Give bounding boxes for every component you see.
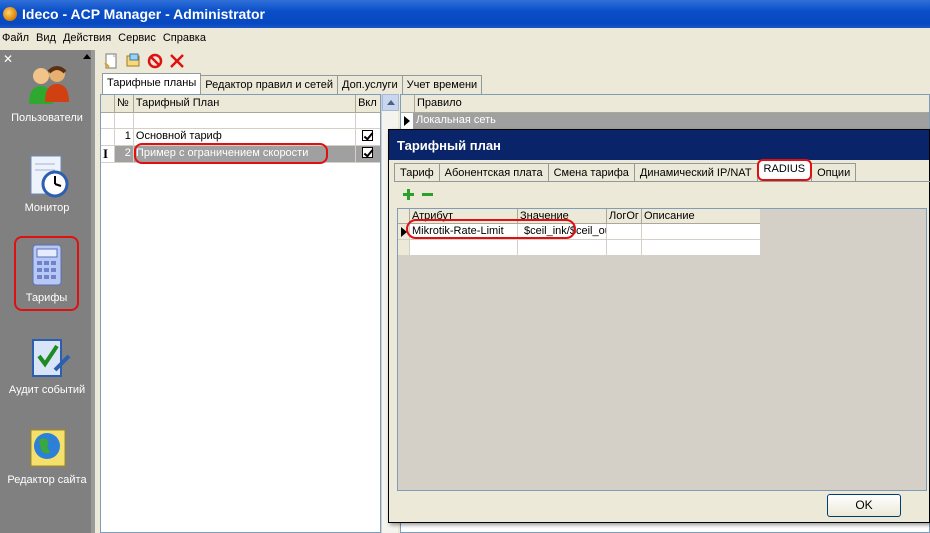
menu-service[interactable]: Сервис	[116, 32, 161, 44]
new-row[interactable]	[398, 240, 760, 256]
dialog-title-bar[interactable]: Тарифный план	[389, 130, 929, 160]
menu-file[interactable]: Файл	[0, 32, 34, 44]
sidebar-item-label: Редактор сайта	[7, 474, 87, 486]
window-title-bar[interactable]: Ideco - ACP Manager - Administrator	[0, 0, 930, 28]
menu-help[interactable]: Справка	[161, 32, 211, 44]
menu-actions[interactable]: Действия	[61, 32, 116, 44]
column-header-rule[interactable]: Правило	[415, 95, 929, 112]
column-header-description[interactable]: Описание	[642, 209, 760, 223]
scroll-up-icon[interactable]	[83, 54, 91, 59]
row-indicator-header	[101, 95, 115, 112]
table-header: № Тарифный План Вкл	[101, 95, 380, 113]
disable-icon[interactable]	[147, 53, 163, 69]
sidebar-item-label: Тарифы	[25, 292, 68, 304]
toolbar	[98, 50, 930, 72]
tab-options[interactable]: Опции	[811, 163, 857, 182]
edit-document-icon[interactable]	[125, 53, 141, 69]
column-header-enabled[interactable]: Вкл	[356, 95, 380, 112]
sidebar-item-audit[interactable]: Аудит событий	[4, 336, 90, 396]
table-row[interactable]: Mikrotik-Rate-Limit $ceil_ink/$ceil_outk	[398, 224, 760, 240]
tab-tariff[interactable]: Тариф	[394, 163, 440, 182]
sidebar-item-site-editor[interactable]: Редактор сайта	[4, 426, 90, 486]
sidebar: ✕ Пользователи Монитор Тарифы Аудит собы…	[0, 50, 95, 533]
sidebar-scrollbar[interactable]	[91, 50, 95, 533]
column-header-attribute[interactable]: Атрибут	[410, 209, 518, 223]
sidebar-item-label: Монитор	[24, 202, 70, 214]
users-icon	[25, 64, 69, 106]
table-row[interactable]: 1 Основной тариф	[101, 129, 380, 146]
description-cell[interactable]	[642, 224, 760, 239]
enabled-checkbox[interactable]	[356, 129, 380, 145]
radius-tab-page: Атрибут Значение ЛогОг Описание Mikrotik…	[394, 181, 930, 491]
enabled-checkbox[interactable]	[356, 146, 380, 162]
tab-radius[interactable]: RADIUS	[756, 159, 813, 181]
sidebar-item-users[interactable]: Пользователи	[4, 64, 90, 124]
row-edit-marker: I	[101, 146, 115, 162]
tariff-plans-table: № Тарифный План Вкл 1 Основной тариф I 2…	[100, 94, 381, 533]
attribute-cell[interactable]: Mikrotik-Rate-Limit	[410, 224, 518, 239]
monitor-clock-icon	[25, 154, 69, 198]
ok-button[interactable]: OK	[827, 494, 901, 517]
dialog-title: Тарифный план	[397, 137, 501, 153]
table-row[interactable]: I 2 Пример с ограничением скорости	[101, 146, 380, 163]
table-row[interactable]: Локальная сеть	[401, 113, 929, 130]
scroll-up-button[interactable]	[382, 94, 399, 111]
plan-name-cell: Пример с ограничением скорости	[134, 146, 357, 162]
tab-dynamic-ip-nat[interactable]: Динамический IP/NAT	[633, 163, 758, 182]
table-header: Атрибут Значение ЛогОг Описание	[398, 209, 760, 224]
column-header-number[interactable]: №	[115, 95, 134, 112]
value-cell[interactable]: $ceil_ink/$ceil_outk	[518, 224, 607, 239]
column-header-plan[interactable]: Тарифный План	[134, 95, 357, 112]
remove-attribute-icon[interactable]	[422, 189, 433, 200]
sidebar-item-tariffs[interactable]: Тарифы	[14, 236, 79, 311]
tab-subscription-fee[interactable]: Абонентская плата	[438, 163, 549, 182]
window-title: Ideco - ACP Manager - Administrator	[22, 6, 265, 22]
row-number: 1	[115, 129, 134, 145]
tab-time-accounting[interactable]: Учет времени	[401, 75, 483, 94]
tab-tariff-change[interactable]: Смена тарифа	[547, 163, 635, 182]
tab-tariff-plans[interactable]: Тарифные планы	[102, 73, 202, 94]
log-cell[interactable]	[607, 224, 642, 239]
globe-icon	[25, 426, 69, 468]
add-attribute-icon[interactable]	[403, 189, 414, 200]
rule-name-cell: Локальная сеть	[416, 114, 496, 126]
delete-icon[interactable]	[169, 53, 185, 69]
menu-view[interactable]: Вид	[34, 32, 61, 44]
row-number: 2	[115, 146, 134, 162]
filter-row[interactable]	[101, 113, 380, 129]
radius-attributes-table: Атрибут Значение ЛогОг Описание Mikrotik…	[397, 208, 927, 491]
calculator-icon	[31, 244, 63, 286]
sidebar-item-monitor[interactable]: Монитор	[4, 154, 90, 214]
audit-check-icon	[25, 336, 71, 378]
app-logo-icon	[3, 7, 17, 21]
new-document-icon[interactable]	[103, 53, 119, 69]
sidebar-item-label: Аудит событий	[8, 384, 86, 396]
main-tabs: Тарифные планы Редактор правил и сетей Д…	[98, 72, 930, 94]
column-header-log[interactable]: ЛогОг	[607, 209, 642, 223]
tab-rules-editor[interactable]: Редактор правил и сетей	[200, 75, 338, 94]
tariff-plan-dialog: Тарифный план Тариф Абонентская плата См…	[388, 129, 930, 523]
table-header: Правило	[401, 95, 929, 113]
menu-bar: Файл Вид Действия Сервис Справка	[0, 28, 930, 48]
column-header-value[interactable]: Значение	[518, 209, 607, 223]
tab-extra-services[interactable]: Доп.услуги	[337, 75, 403, 94]
dialog-tabs: Тариф Абонентская плата Смена тарифа Дин…	[394, 159, 857, 182]
plan-name-cell: Основной тариф	[134, 129, 357, 145]
sidebar-item-label: Пользователи	[11, 112, 83, 124]
